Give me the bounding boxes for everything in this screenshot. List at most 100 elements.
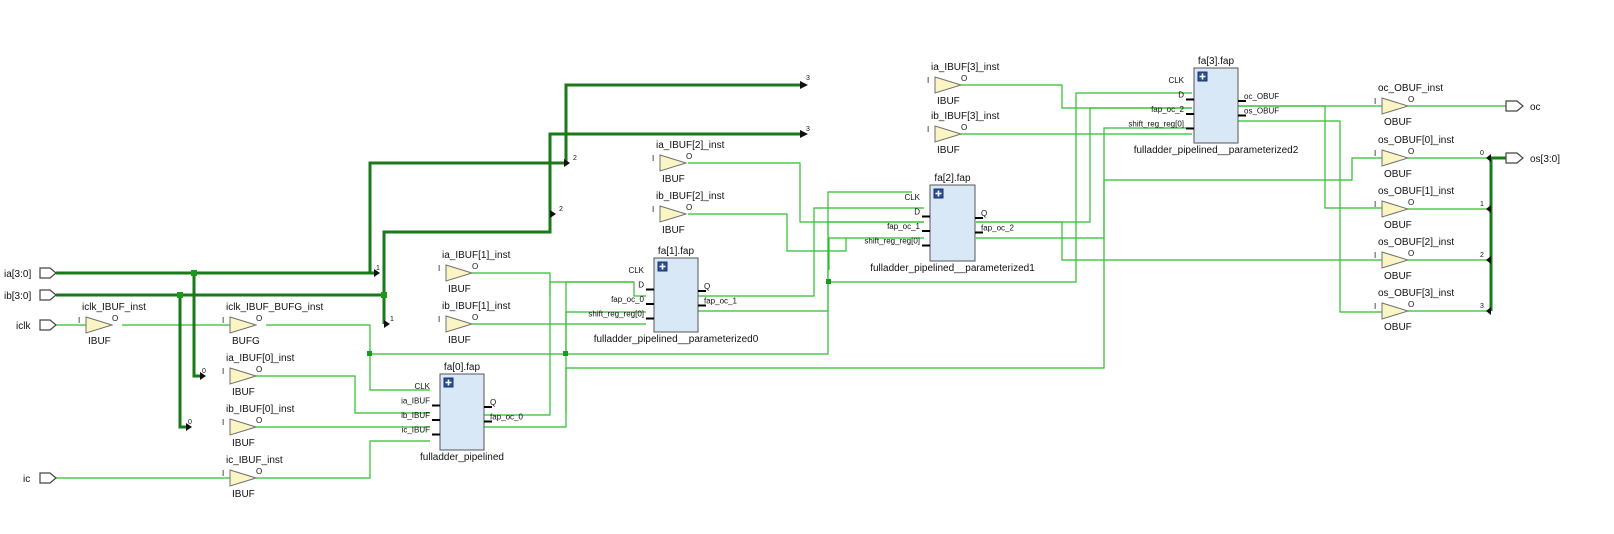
buffer-type-label: OBUF bbox=[1384, 322, 1412, 333]
buffer-instance-name: ib_IBUF[2]_inst bbox=[656, 191, 725, 202]
block-module-name: fulladder_pipelined__parameterized0 bbox=[594, 334, 759, 345]
port-oc[interactable]: oc bbox=[1505, 100, 1541, 113]
pin-o-label: O bbox=[1408, 95, 1414, 104]
buffer-instance-name: ia_IBUF[1]_inst bbox=[442, 250, 511, 261]
buffer-symbol bbox=[1381, 149, 1410, 167]
port-ia[interactable]: ia[3:0] bbox=[4, 267, 57, 280]
pin-i-label: I bbox=[1374, 200, 1376, 209]
pin-o-label: O bbox=[1408, 147, 1414, 156]
bit-label-ia3: 3 bbox=[806, 75, 810, 82]
expand-icon[interactable] bbox=[657, 261, 668, 272]
block-fa0-fap[interactable]: fa[0].fap fulladder_pipelined CLK ia_IBUFib… bbox=[401, 362, 523, 463]
left-pin-label: ib_IBUF bbox=[401, 411, 430, 420]
pin-i-label: I bbox=[222, 469, 224, 478]
schematic-canvas: 0 0 1 1 2 2 3 3 0 1 2 3 ia[3:0] ib[3:0] … bbox=[4, 56, 1560, 500]
buffers: I Oiclk_IBUF_inst IBUF I Oiclk_IBUF_BUFG_ins… bbox=[78, 62, 1454, 500]
port-os-label: os[3:0] bbox=[1530, 154, 1560, 165]
left-pin-label: fap_oc_1 bbox=[887, 222, 920, 231]
right-pin-label: Q bbox=[981, 209, 987, 218]
port-ic[interactable]: ic bbox=[23, 472, 57, 485]
block-instance-name: fa[1].fap bbox=[658, 246, 695, 257]
right-pin-label: Q bbox=[704, 282, 710, 291]
buffer-symbol bbox=[445, 264, 474, 282]
pin-o-label: O bbox=[1408, 300, 1414, 309]
buffer-symbol bbox=[229, 316, 258, 334]
buffer-instance-name: iclk_IBUF_inst bbox=[82, 302, 146, 313]
pin-i-label: I bbox=[78, 316, 80, 325]
pin-o-label: O bbox=[256, 365, 262, 374]
buffer-instance-name: os_OBUF[2]_inst bbox=[1378, 237, 1454, 248]
port-ib-label: ib[3:0] bbox=[4, 291, 31, 302]
block-fa2-fap[interactable]: fa[2].fap fulladder_pipelined__parameteri… bbox=[864, 173, 1035, 274]
buffer-type-label: IBUF bbox=[662, 225, 685, 236]
bit-label-ib2: 2 bbox=[559, 206, 563, 213]
buffer-symbol bbox=[934, 76, 963, 94]
pin-i-label: I bbox=[222, 316, 224, 325]
buffer-instance-name: ib_IBUF[0]_inst bbox=[226, 404, 295, 415]
block-module-name: fulladder_pipelined bbox=[420, 452, 504, 463]
pin-i-label: I bbox=[1374, 302, 1376, 311]
right-pin-label: oc_OBUF bbox=[1244, 92, 1279, 101]
buffer-symbol bbox=[1381, 200, 1410, 218]
buffer-symbol bbox=[659, 205, 688, 223]
buffer-instance-name: ia_IBUF[3]_inst bbox=[931, 62, 1000, 73]
pin-o-label: O bbox=[686, 203, 692, 212]
pin-o-label: O bbox=[472, 262, 478, 271]
left-pin-label: D bbox=[914, 208, 920, 217]
buffer-instance-name: ia_IBUF[2]_inst bbox=[656, 140, 725, 151]
buffer-symbol bbox=[1381, 97, 1410, 115]
port-iclk-label: iclk bbox=[16, 321, 31, 332]
left-pin-label: CLK bbox=[904, 193, 920, 202]
left-pin-label: shift_reg_reg[0] bbox=[588, 310, 644, 319]
buffer-symbol bbox=[229, 367, 258, 385]
buffer-instance-name: os_OBUF[3]_inst bbox=[1378, 288, 1454, 299]
port-ia-label: ia[3:0] bbox=[4, 269, 31, 280]
buffer-instance-name: ic_IBUF_inst bbox=[226, 455, 283, 466]
bit-label-ib1: 1 bbox=[390, 316, 394, 323]
block-fa3-fap[interactable]: fa[3].fap fulladder_pipelined__parameteri… bbox=[1128, 56, 1298, 156]
buffer-instance-name: ib_IBUF[3]_inst bbox=[931, 111, 1000, 122]
pin-o-label: O bbox=[472, 313, 478, 322]
buffer-symbol bbox=[1381, 302, 1410, 320]
buffer-type-label: OBUF bbox=[1384, 220, 1412, 231]
left-pin-label: shift_reg_reg[0] bbox=[1128, 120, 1184, 129]
right-pin-label: os_OBUF bbox=[1244, 107, 1279, 116]
bit-label-ib3: 3 bbox=[806, 126, 810, 133]
expand-icon[interactable] bbox=[443, 377, 454, 388]
port-os[interactable]: os[3:0] bbox=[1505, 152, 1560, 165]
buffer-symbol bbox=[934, 125, 963, 143]
buffer-type-label: IBUF bbox=[937, 96, 960, 107]
buffer-symbol bbox=[229, 418, 258, 436]
left-pin-label: CLK bbox=[414, 382, 430, 391]
block-module-name: fulladder_pipelined__parameterized2 bbox=[1134, 145, 1299, 156]
block-instance-name: fa[3].fap bbox=[1198, 56, 1235, 67]
buffer-instance-name: os_OBUF[0]_inst bbox=[1378, 135, 1454, 146]
input-ports: ia[3:0] ib[3:0] iclk ic bbox=[4, 267, 57, 485]
left-pin-label: ic_IBUF bbox=[402, 426, 431, 435]
bit-label-os3: 3 bbox=[1480, 303, 1484, 310]
pin-o-label: O bbox=[256, 467, 262, 476]
bus-taps bbox=[186, 81, 1491, 431]
nets bbox=[56, 84, 1506, 479]
output-ports: oc os[3:0] bbox=[1505, 100, 1560, 165]
pin-o-label: O bbox=[1408, 198, 1414, 207]
pin-i-label: I bbox=[1374, 97, 1376, 106]
right-pin-label: fap_oc_1 bbox=[704, 297, 737, 306]
pin-o-label: O bbox=[112, 314, 118, 323]
port-iclk[interactable]: iclk bbox=[16, 319, 57, 332]
buffer-instance-name: oc_OBUF_inst bbox=[1378, 83, 1443, 94]
pin-o-label: O bbox=[256, 314, 262, 323]
pin-o-label: O bbox=[256, 416, 262, 425]
port-ib[interactable]: ib[3:0] bbox=[4, 289, 57, 302]
bit-label-os1: 1 bbox=[1480, 201, 1484, 208]
expand-icon[interactable] bbox=[1197, 71, 1208, 82]
pin-i-label: I bbox=[652, 154, 654, 163]
left-pin-label: ia_IBUF bbox=[401, 397, 430, 406]
buffer-type-label: IBUF bbox=[232, 489, 255, 500]
left-pin-label: fap_oc_2 bbox=[1151, 105, 1184, 114]
right-pin-label: fap_oc_2 bbox=[981, 224, 1014, 233]
bit-label-ia2: 2 bbox=[573, 155, 577, 162]
buffer-type-label: IBUF bbox=[448, 335, 471, 346]
left-pin-label: CLK bbox=[1168, 76, 1184, 85]
expand-icon[interactable] bbox=[933, 188, 944, 199]
